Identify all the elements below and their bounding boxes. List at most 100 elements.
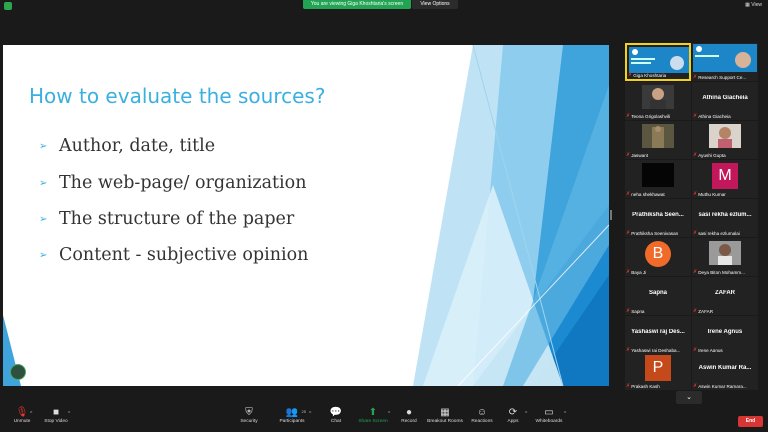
participants-count: 25 <box>301 409 306 414</box>
participants-icon: 👥 <box>285 407 299 418</box>
slide-bullet: ➢ The web-page/ organization <box>39 173 306 193</box>
view-button-label: View <box>751 2 762 8</box>
slide-bullet: ➢ Author, date, title <box>39 136 215 156</box>
participant-name: ✗ Aswin Kumar Ramara... <box>693 383 747 389</box>
whiteboards-button[interactable]: ▭ Whiteboards <box>529 405 569 432</box>
participant-display-name: Athina Giacheia <box>702 95 748 101</box>
split-handle[interactable] <box>610 210 612 220</box>
participant-name: ✗ ZAFAR <box>693 308 714 314</box>
viewing-banner: You are viewing Giga Khoshtaria's screen <box>303 0 411 9</box>
end-meeting-button[interactable]: End <box>738 416 763 427</box>
record-button[interactable]: ● Record <box>389 405 429 432</box>
participant-tile[interactable]: M ✗ Muthu Kumar <box>692 160 758 198</box>
view-button[interactable]: ▦ View <box>745 2 762 8</box>
chevron-down-icon: ⌄ <box>686 394 692 401</box>
breakout-rooms-button[interactable]: ▦ Breakout Rooms <box>425 405 465 432</box>
bullet-text: The structure of the paper <box>59 209 295 229</box>
chevron-up-icon[interactable]: ^ <box>525 411 527 417</box>
participant-avatar: B <box>645 241 671 267</box>
participant-tile[interactable]: Prathiksha Seen... ✗ Prathiksha Seenivasa… <box>625 199 691 237</box>
share-screen-icon: ⬆ <box>368 407 378 418</box>
security-label: Security <box>240 419 258 424</box>
apps-button[interactable]: ⟳ Apps <box>493 405 533 432</box>
participant-name: ✗ Teona Grigolashvili <box>626 113 671 119</box>
participant-tile[interactable]: ✗ Jaswant <box>625 121 691 159</box>
participant-name: ✗ sasi rekha ezlumalai <box>693 230 740 236</box>
gallery-next-page-button[interactable]: ⌄ <box>676 391 702 404</box>
mic-muted-icon: ✗ <box>626 152 631 158</box>
bullet-text: Content - subjective opinion <box>59 245 309 265</box>
chevron-up-icon[interactable]: ^ <box>30 411 32 417</box>
participant-video-thumbnail <box>693 44 757 72</box>
stop-video-label: Stop Video <box>44 419 68 424</box>
participant-display-name: Irene Agnus <box>707 329 743 335</box>
annotate-icon[interactable] <box>10 364 26 380</box>
mic-muted-icon: ✗ <box>693 308 698 314</box>
participant-tile[interactable]: sasi rekha ezlum... ✗ sasi rekha ezlumala… <box>692 199 758 237</box>
shared-slide: How to evaluate the sources? ➢ Author, da… <box>3 45 609 386</box>
participant-name: ✗ Jaswant <box>626 152 649 158</box>
mic-muted-icon: ✗ <box>626 383 631 389</box>
participant-display-name: Aswin Kumar Ra... <box>698 365 752 371</box>
mic-muted-icon: ✗ <box>693 74 698 80</box>
meeting-toolbar: 🎙 Unmute ^ ■ Stop Video ^ ⛨ Security 👥 2… <box>0 405 768 432</box>
participant-tile[interactable]: ✗ neha shekhawat <box>625 160 691 198</box>
participant-name: ✗ neha shekhawat <box>626 191 665 197</box>
mic-muted-icon: ✗ <box>693 269 698 275</box>
apps-label: Apps <box>507 419 519 424</box>
share-screen-label: Share Screen <box>358 419 388 424</box>
participant-tile[interactable]: Irene Agnus ✗ Irene Agnus <box>692 316 758 354</box>
stop-video-button[interactable]: ■ Stop Video <box>36 405 76 432</box>
chat-button[interactable]: 💬 Chat <box>316 405 356 432</box>
participant-tile[interactable]: B ✗ Baya Ji <box>625 238 691 276</box>
participant-tile[interactable]: Aswin Kumar Ra... ✗ Aswin Kumar Ramara... <box>692 352 758 390</box>
chevron-up-icon[interactable]: ^ <box>68 411 70 417</box>
chevron-up-icon[interactable]: ^ <box>309 411 311 417</box>
top-bar: You are viewing Giga Khoshtaria's screen… <box>0 0 768 12</box>
bullet-text: The web-page/ organization <box>59 173 307 193</box>
mic-muted-icon: ✗ <box>626 269 631 275</box>
participant-display-name: ZAFAR <box>715 290 735 296</box>
mic-muted-icon: ✗ <box>693 230 698 236</box>
participant-name: ✗ Sapna <box>626 308 645 314</box>
mic-muted-icon: ✗ <box>626 191 631 197</box>
participant-name: ✗ Ayushi Gupta <box>693 152 726 158</box>
participant-name: ✗ Athina Giacheia <box>693 113 731 119</box>
mic-muted-icon: ✗ <box>693 152 698 158</box>
security-button[interactable]: ⛨ Security <box>229 405 269 432</box>
participant-video-thumbnail <box>642 163 674 187</box>
bullet-text: Author, date, title <box>59 136 216 156</box>
mic-muted-icon: ✗ <box>693 383 698 389</box>
mic-muted-icon: ✗ <box>626 230 631 236</box>
participant-tile[interactable]: Yashaswi raj Des... ✗ Yashaswi raj Deshab… <box>625 316 691 354</box>
shield-icon[interactable] <box>4 2 12 10</box>
participant-tile[interactable]: ✗ Giga Khoshtaria <box>625 43 691 81</box>
participant-tile[interactable]: ✗ Ayushi Gupta <box>692 121 758 159</box>
view-options-button[interactable]: View Options <box>412 0 458 9</box>
participants-label: Participants <box>279 419 305 424</box>
arrow-bullet-icon: ➢ <box>39 214 48 225</box>
participant-display-name: sasi rekha ezlum... <box>698 212 752 218</box>
participant-tile[interactable]: Sapna ✗ Sapna <box>625 277 691 315</box>
participant-display-name: Prathiksha Seen... <box>632 212 684 218</box>
share-screen-button[interactable]: ⬆ Share Screen <box>353 405 393 432</box>
participant-tile[interactable]: ✗ Deya Biton Mohamm... <box>692 238 758 276</box>
participant-tile[interactable]: ✗ Research Support Ce... <box>692 43 758 81</box>
whiteboard-icon: ▭ <box>544 407 554 418</box>
chat-icon: 💬 <box>329 407 343 418</box>
participant-display-name: Yashaswi raj Des... <box>631 329 685 335</box>
breakout-rooms-label: Breakout Rooms <box>427 419 463 424</box>
shield-icon: ⛨ <box>245 407 253 418</box>
whiteboards-label: Whiteboards <box>535 419 563 424</box>
participant-name: ✗ Prakash Kash <box>626 383 660 389</box>
participant-tile[interactable]: ✗ Teona Grigolashvili <box>625 82 691 120</box>
participant-tile[interactable]: ZAFAR ✗ ZAFAR <box>692 277 758 315</box>
participants-button[interactable]: 👥 25 Participants <box>272 405 312 432</box>
participant-avatar: M <box>712 163 738 189</box>
chevron-up-icon[interactable]: ^ <box>564 411 566 417</box>
mic-muted-icon: ✗ <box>626 113 631 119</box>
mic-muted-icon: ✗ <box>626 308 631 314</box>
participant-tile[interactable]: Athina Giacheia ✗ Athina Giacheia <box>692 82 758 120</box>
participant-tile[interactable]: P ✗ Prakash Kash <box>625 352 691 390</box>
slide-title: How to evaluate the sources? <box>29 84 326 108</box>
